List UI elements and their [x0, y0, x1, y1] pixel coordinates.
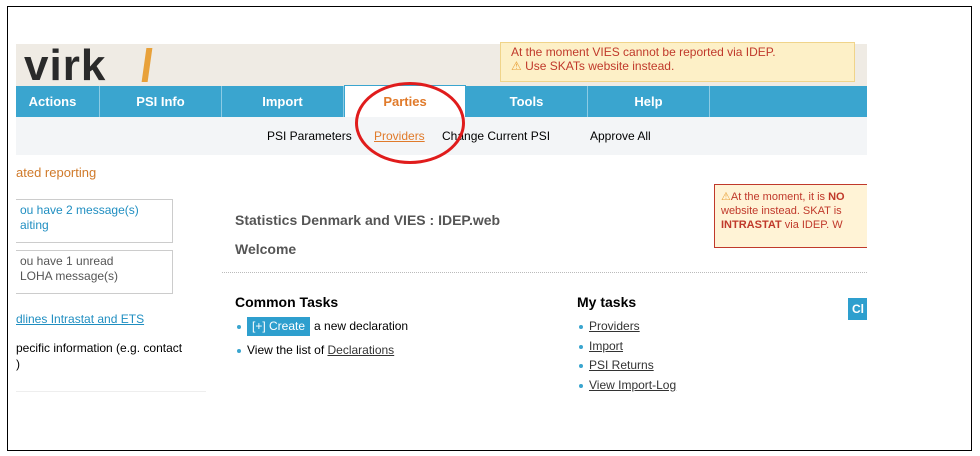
- my-task-import-link[interactable]: Import: [589, 339, 623, 353]
- left-panel-title: ated reporting: [16, 165, 97, 180]
- common-task-view: View the list of Declarations: [237, 343, 394, 358]
- nav-actions[interactable]: Actions: [16, 86, 100, 117]
- my-task-providers-link[interactable]: Providers: [589, 319, 640, 333]
- red-highlight-circle: [355, 82, 465, 164]
- common-tasks-title: Common Tasks: [235, 294, 339, 310]
- intrastat-warning-line2: website instead. SKAT is: [721, 205, 842, 217]
- my-task-item: Import: [579, 339, 623, 354]
- my-task-import-log-link[interactable]: View Import-Log: [589, 378, 676, 392]
- vies-warning-banner: At the moment VIES cannot be reported vi…: [500, 42, 855, 82]
- intrastat-warning-line3-bold: INTRASTAT: [721, 219, 782, 231]
- my-tasks-title: My tasks: [577, 294, 637, 310]
- browser-viewport: virk At the moment VIES cannot be report…: [16, 14, 867, 450]
- bullet-icon: [579, 363, 583, 368]
- declarations-link[interactable]: Declarations: [327, 343, 394, 357]
- content-divider: [222, 272, 867, 273]
- create-declaration-text: a new declaration: [314, 319, 409, 333]
- intrastat-warning-bold: NO: [828, 191, 845, 203]
- left-panel-divider: [16, 391, 206, 392]
- nav-psi-info[interactable]: PSI Info: [100, 86, 222, 117]
- guidelines-link[interactable]: dlines Intrastat and ETS: [16, 312, 144, 326]
- my-task-item: PSI Returns: [579, 358, 654, 373]
- common-task-create: [+] Create a new declaration: [237, 317, 408, 336]
- bullet-icon: [237, 348, 241, 353]
- messages-waiting-box[interactable]: ou have 2 message(s) aiting: [16, 199, 173, 243]
- aloha-messages-box[interactable]: ou have 1 unread LOHA message(s): [16, 250, 173, 294]
- site-logo[interactable]: virk: [24, 44, 106, 88]
- my-task-item: View Import-Log: [579, 378, 676, 393]
- bullet-icon: [579, 383, 583, 388]
- screenshot-frame: virk At the moment VIES cannot be report…: [7, 6, 972, 451]
- warning-icon: ⚠: [511, 59, 522, 73]
- specific-info-line2: ): [16, 357, 20, 371]
- nav-import[interactable]: Import: [222, 86, 344, 117]
- my-task-psi-returns-link[interactable]: PSI Returns: [589, 358, 654, 372]
- nav-help[interactable]: Help: [588, 86, 710, 117]
- aloha-messages-line1: ou have 1 unread: [20, 254, 114, 268]
- aloha-messages-line2: LOHA message(s): [20, 269, 119, 283]
- bullet-icon: [579, 324, 583, 329]
- messages-waiting-line1: ou have 2 message(s): [20, 203, 139, 217]
- bullet-icon: [579, 344, 583, 349]
- warning-icon: ⚠: [721, 191, 731, 203]
- welcome-heading: Welcome: [235, 241, 297, 257]
- my-task-item: Providers: [579, 319, 640, 334]
- vies-warning-line1: At the moment VIES cannot be reported vi…: [511, 45, 776, 59]
- subnav-psi-parameters[interactable]: PSI Parameters: [267, 129, 352, 143]
- cl-button[interactable]: Cl: [848, 298, 867, 320]
- nav-tools[interactable]: Tools: [466, 86, 588, 117]
- vies-warning-line2: Use SKATs website instead.: [525, 59, 675, 73]
- specific-info-line1: pecific information (e.g. contact: [16, 341, 183, 355]
- intrastat-warning-box: ⚠At the moment, it is NO website instead…: [714, 184, 867, 248]
- page-title: Statistics Denmark and VIES : IDEP.web: [235, 212, 501, 228]
- subnav-approve-all[interactable]: Approve All: [590, 129, 651, 143]
- create-declaration-button[interactable]: [+] Create: [247, 317, 311, 336]
- specific-info-text: pecific information (e.g. contact ): [16, 340, 201, 372]
- intrastat-warning-pre: At the moment, it is: [730, 191, 829, 203]
- intrastat-warning-line3-rest: via IDEP. W: [781, 219, 843, 231]
- messages-waiting-line2: aiting: [20, 218, 49, 232]
- bullet-icon: [237, 324, 241, 329]
- view-list-text: View the list of: [247, 343, 328, 357]
